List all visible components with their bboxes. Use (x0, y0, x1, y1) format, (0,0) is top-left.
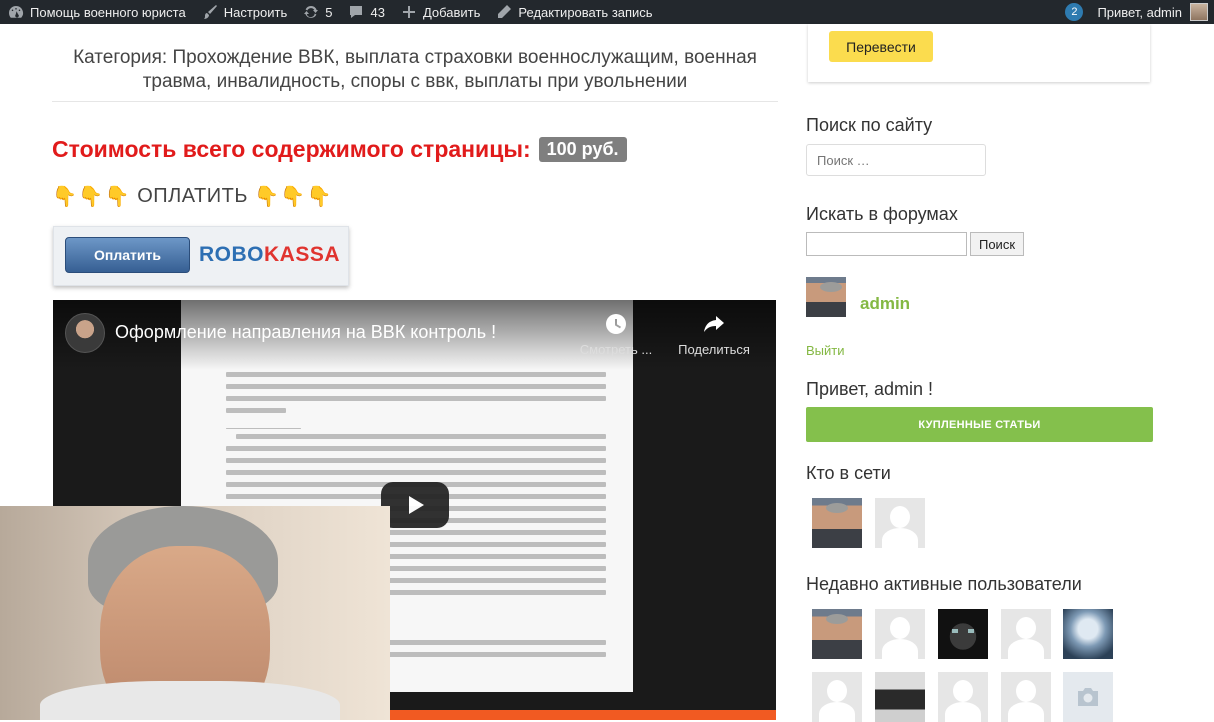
admin-bar-add-new[interactable]: Добавить (393, 0, 488, 24)
play-icon (409, 496, 424, 514)
pointing-down-icon: 👇 (280, 186, 306, 208)
search-input[interactable] (806, 144, 986, 176)
recent-user-avatar[interactable] (1063, 672, 1113, 722)
webcam-person-shirt (40, 681, 340, 720)
pointing-down-icon: 👇 (254, 186, 280, 208)
recent-users-heading: Недавно активные пользователи (806, 574, 1082, 594)
pointing-down-icon: 👇 (78, 186, 104, 208)
share-label: Поделиться (678, 342, 750, 357)
brush-icon (202, 4, 218, 20)
play-button[interactable] (381, 482, 449, 528)
admin-bar-edit-post[interactable]: Редактировать запись (488, 0, 660, 24)
comment-icon (348, 4, 364, 20)
doc-text-line (226, 384, 606, 389)
robokassa-widget: Оплатить ROBOKASSA (53, 226, 349, 286)
admin-bar: Помощь военного юриста Настроить 5 43 До… (0, 0, 1214, 24)
robokassa-pay-button[interactable]: Оплатить (65, 237, 190, 273)
watch-later-label: Смотреть ... (579, 342, 653, 357)
recent-user-avatar[interactable] (938, 609, 988, 659)
doc-text-line (226, 372, 606, 377)
admin-bar-account[interactable]: 2 Привет, admin (1065, 0, 1214, 24)
forum-search-heading: Искать в форумах (806, 204, 958, 224)
recent-user-avatar[interactable] (812, 672, 862, 722)
notifications-badge[interactable]: 2 (1065, 3, 1084, 21)
share-icon (704, 316, 724, 332)
greeting-label: Привет, admin (1097, 4, 1182, 20)
admin-bar-site-name[interactable]: Помощь военного юриста (0, 0, 194, 24)
pointing-down-icon: 👇 (52, 186, 78, 208)
doc-separator (226, 428, 301, 429)
recent-user-avatar[interactable] (1063, 609, 1113, 659)
translate-widget: Перевести (808, 24, 1150, 82)
translate-button[interactable]: Перевести (829, 31, 933, 62)
price-badge: 100 руб. (538, 137, 627, 162)
divider (52, 101, 778, 102)
watch-later-button[interactable]: Смотреть ... (571, 312, 661, 357)
dashboard-icon (8, 4, 24, 20)
pay-label: ОПЛАТИТЬ (137, 185, 248, 207)
webcam-overlay (0, 506, 390, 720)
admin-bar-customize[interactable]: Настроить (194, 0, 296, 24)
doc-text-line (226, 470, 606, 475)
pointing-down-icon: 👇 (104, 186, 131, 208)
video-title[interactable]: Оформление направления на ВВК контроль ! (115, 322, 496, 343)
add-new-label: Добавить (422, 4, 481, 20)
robokassa-logo-part1: ROBO (199, 243, 264, 266)
video-bottom-accent (390, 710, 776, 720)
pointing-down-icon: 👇 (306, 186, 333, 208)
edit-post-label: Редактировать запись (518, 4, 653, 20)
pay-line: 👇 👇 👇 ОПЛАТИТЬ 👇 👇 👇 (52, 184, 333, 209)
admin-avatar[interactable] (1190, 3, 1208, 21)
doc-text-line (226, 396, 606, 401)
admin-bar-updates[interactable]: 5 (295, 0, 340, 24)
share-button[interactable]: Поделиться (669, 312, 759, 357)
recent-user-avatar[interactable] (1001, 609, 1051, 659)
camera-icon (1078, 688, 1098, 706)
doc-text-line (236, 434, 606, 439)
site-name-label: Помощь военного юриста (30, 4, 186, 20)
pencil-icon (496, 4, 512, 20)
search-heading: Поиск по сайту (806, 115, 933, 135)
price-line: Стоимость всего содержимого страницы: 10… (52, 136, 627, 163)
updates-icon (303, 4, 319, 20)
price-label: Стоимость всего содержимого страницы: (52, 136, 531, 162)
forum-search-button[interactable]: Поиск (970, 232, 1024, 256)
hello-heading: Привет, admin ! (806, 379, 934, 399)
clock-icon (606, 314, 626, 334)
customize-label: Настроить (223, 4, 288, 20)
user-avatar[interactable] (806, 277, 846, 317)
category-heading: Категория: Прохождение ВВК, выплата стра… (73, 47, 757, 92)
recent-user-avatar[interactable] (812, 609, 862, 659)
user-name-link[interactable]: admin (860, 294, 910, 314)
online-user-avatar[interactable] (875, 498, 925, 548)
channel-avatar[interactable] (65, 313, 105, 353)
recent-user-avatar[interactable] (875, 672, 925, 722)
online-heading: Кто в сети (806, 463, 891, 483)
admin-bar-comments[interactable]: 43 (340, 0, 392, 24)
forum-search-input[interactable] (806, 232, 967, 256)
recent-user-avatar[interactable] (938, 672, 988, 722)
logout-link[interactable]: Выйти (806, 343, 845, 358)
doc-text-line (226, 458, 606, 463)
updates-count: 5 (325, 4, 333, 20)
plus-icon (401, 4, 417, 20)
doc-text-line (226, 408, 286, 413)
robokassa-logo-part2: KASSA (264, 243, 341, 266)
robokassa-logo: ROBOKASSA (199, 243, 340, 267)
purchased-articles-button[interactable]: КУПЛЕННЫЕ СТАТЬИ (806, 407, 1153, 442)
online-user-avatar[interactable] (812, 498, 862, 548)
doc-text-line (226, 446, 606, 451)
recent-user-avatar[interactable] (1001, 672, 1051, 722)
recent-user-avatar[interactable] (875, 609, 925, 659)
comments-count: 43 (370, 4, 385, 20)
